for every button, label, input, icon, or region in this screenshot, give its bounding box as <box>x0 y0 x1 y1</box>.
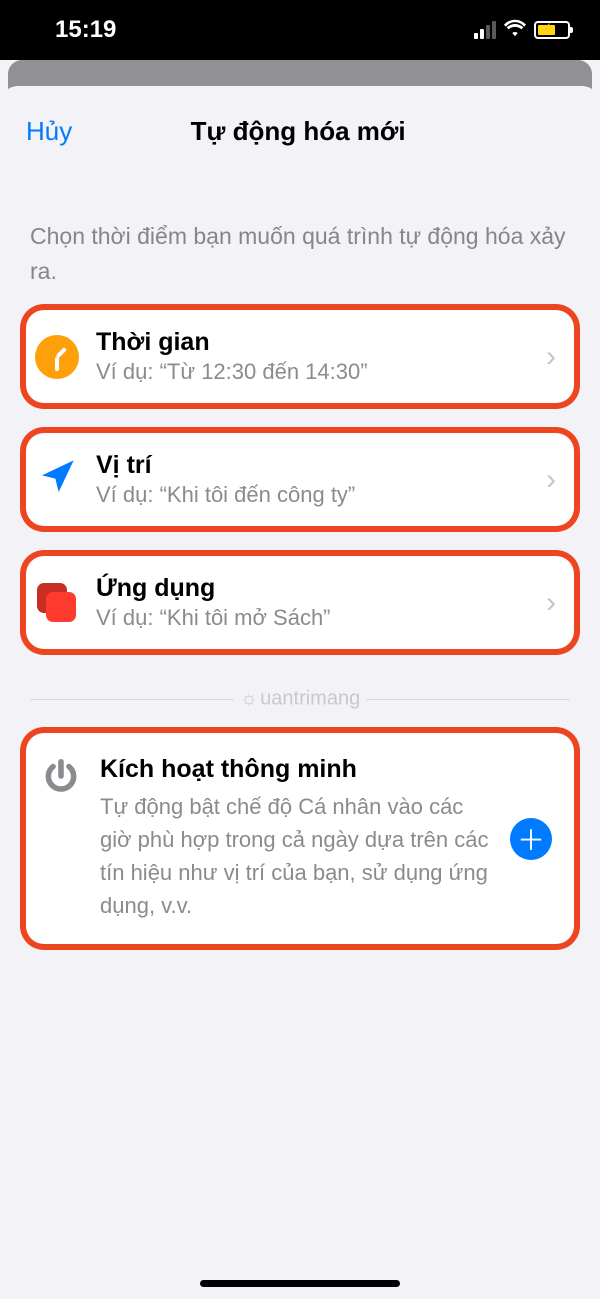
option-subtitle: Ví dụ: “Từ 12:30 đến 14:30” <box>96 359 546 385</box>
wifi-icon <box>504 19 526 42</box>
watermark-text: ☼uantrimang <box>234 688 366 711</box>
battery-charging-icon: ⚡ <box>534 21 570 39</box>
location-arrow-icon <box>32 455 82 505</box>
option-smart-activation[interactable]: Kích hoạt thông minh Tự động bật chế độ … <box>26 733 574 944</box>
add-button[interactable]: ＋ <box>510 818 552 860</box>
chevron-right-icon: › <box>546 586 558 620</box>
page-title: Tự động hóa mới <box>22 116 574 147</box>
option-title: Kích hoạt thông minh <box>100 755 498 784</box>
option-subtitle: Ví dụ: “Khi tôi đến công ty” <box>96 482 546 508</box>
status-time: 15:19 <box>55 16 116 44</box>
section-divider: ☼uantrimang <box>30 679 570 719</box>
section-description: Chọn thời điểm bạn muốn quá trình tự độn… <box>0 159 600 310</box>
options-list: Thời gian Ví dụ: “Từ 12:30 đến 14:30” › … <box>0 310 600 649</box>
nav-bar: Hủy Tự động hóa mới <box>0 86 600 159</box>
status-bar: 15:19 ⚡ <box>0 0 600 60</box>
modal-sheet: Hủy Tự động hóa mới Chọn thời điểm bạn m… <box>0 86 600 1299</box>
option-time[interactable]: Thời gian Ví dụ: “Từ 12:30 đến 14:30” › <box>26 310 574 403</box>
option-description: Tự động bật chế độ Cá nhân vào các giờ p… <box>100 790 498 922</box>
home-indicator[interactable] <box>200 1280 400 1287</box>
cellular-signal-icon <box>474 21 496 39</box>
clock-icon <box>32 332 82 382</box>
option-subtitle: Ví dụ: “Khi tôi mở Sách” <box>96 605 546 631</box>
status-icons: ⚡ <box>474 19 570 42</box>
option-app[interactable]: Ứng dụng Ví dụ: “Khi tôi mở Sách” › <box>26 556 574 649</box>
chevron-right-icon: › <box>546 463 558 497</box>
option-location[interactable]: Vị trí Ví dụ: “Khi tôi đến công ty” › <box>26 433 574 526</box>
option-title: Thời gian <box>96 328 546 357</box>
apps-stack-icon <box>32 578 82 628</box>
power-icon <box>36 753 86 803</box>
option-title: Vị trí <box>96 451 546 480</box>
option-title: Ứng dụng <box>96 574 546 603</box>
plus-icon: ＋ <box>517 819 545 859</box>
chevron-right-icon: › <box>546 340 558 374</box>
